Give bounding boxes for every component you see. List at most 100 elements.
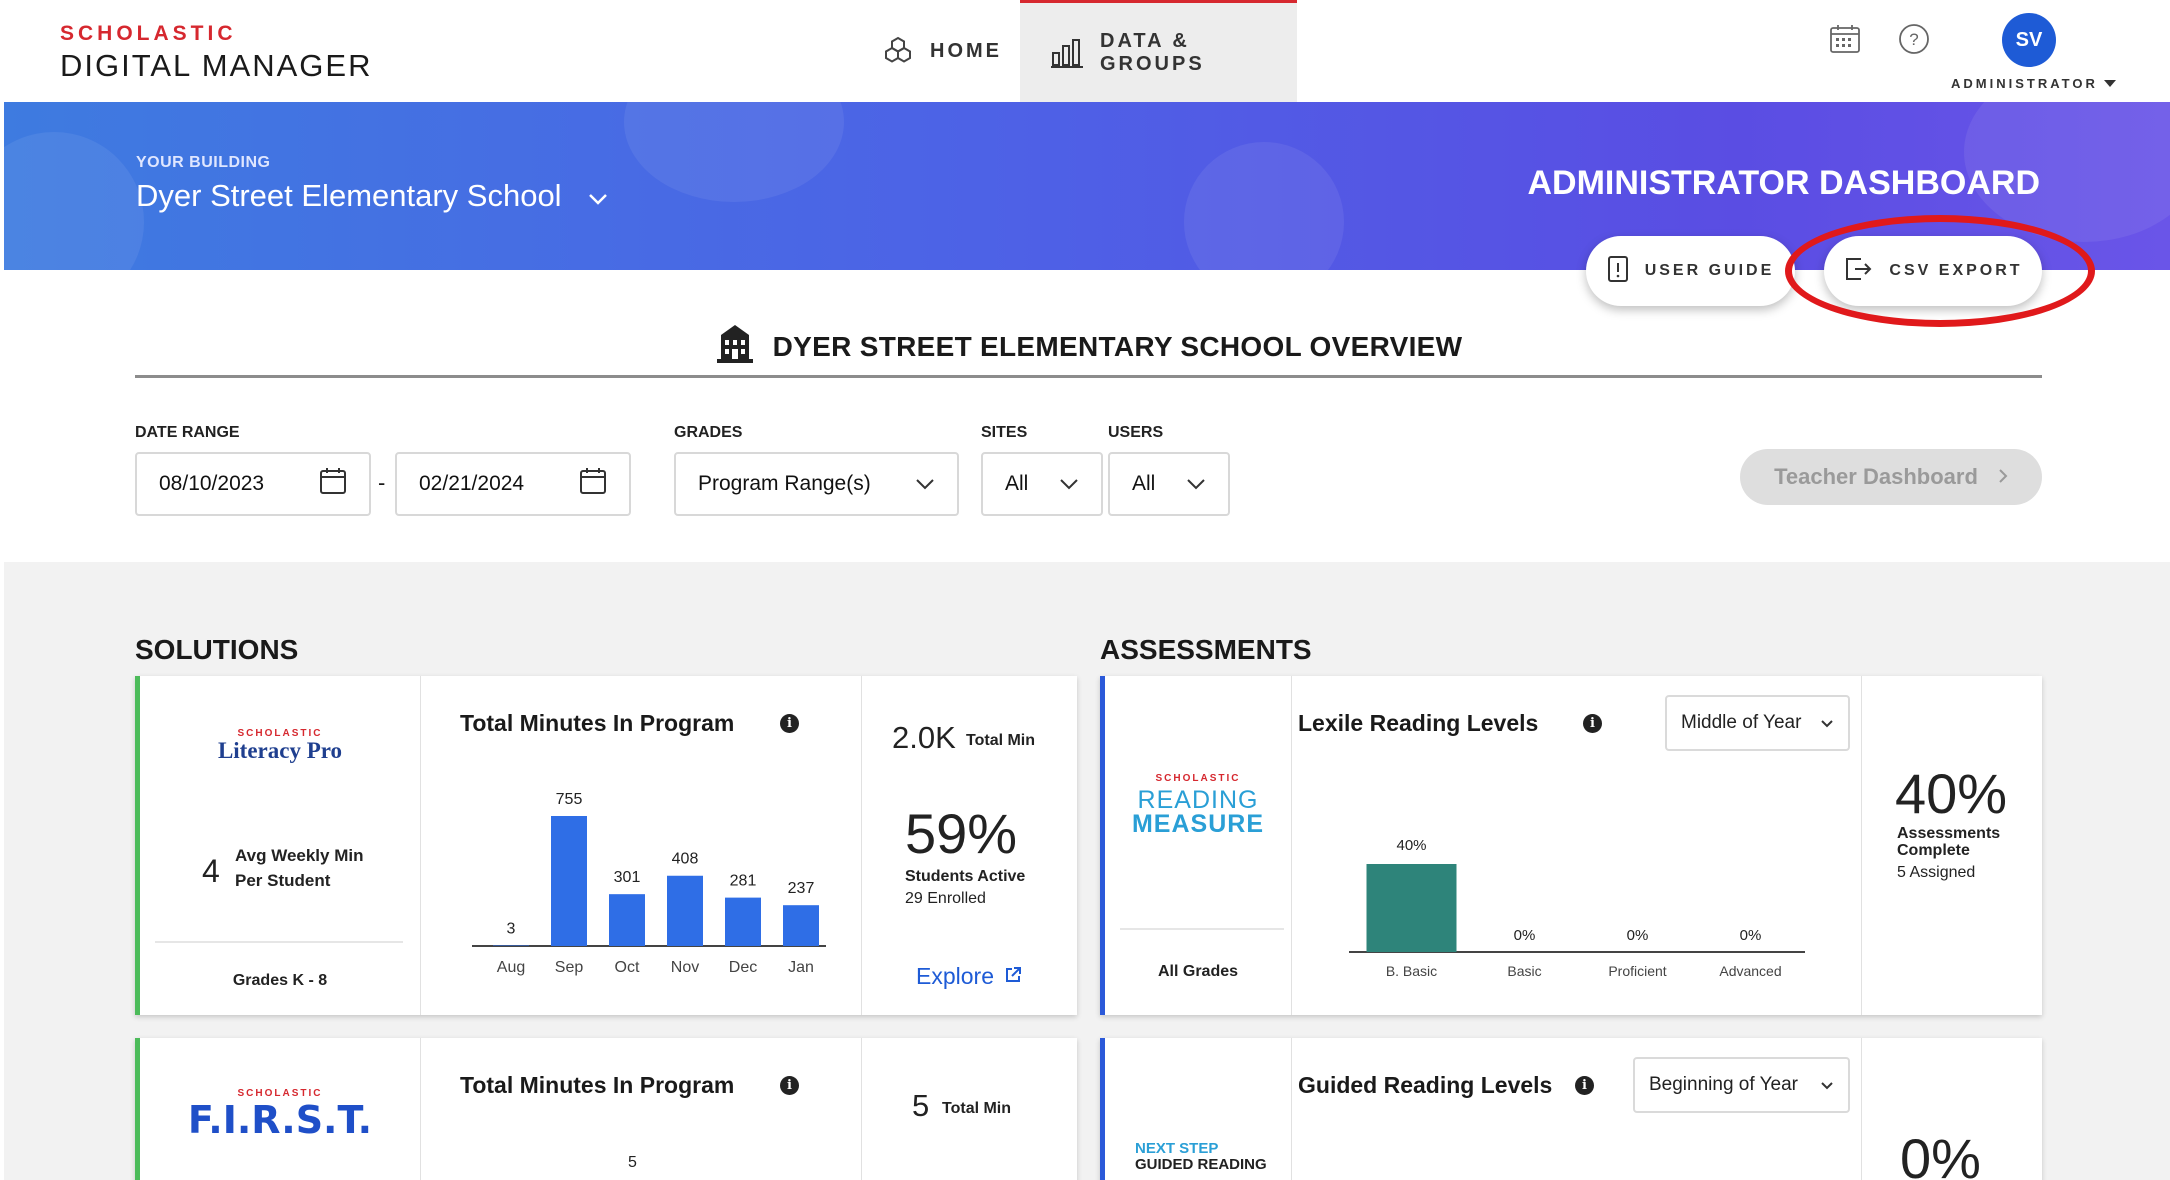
building-name: Dyer Street Elementary School (136, 178, 562, 213)
lexile-period-select[interactable]: Middle of Year (1665, 695, 1850, 751)
info-icon[interactable]: i (1583, 714, 1602, 733)
card-divider (420, 676, 421, 1015)
bar-value-label: 408 (672, 851, 699, 868)
nav-data-groups-label: DATA & GROUPS (1100, 29, 1205, 75)
date-from-input[interactable]: 08/10/2023 (135, 452, 371, 516)
chart-title: Total Minutes In Program (460, 710, 735, 736)
explore-label: Explore (916, 963, 994, 989)
literacy-pro-card: SCHOLASTIC Literacy Pro 4 Avg Weekly Min… (135, 676, 1077, 1015)
card-divider (1120, 928, 1284, 930)
x-tick-label: Aug (497, 959, 525, 976)
chevron-right-icon (1998, 464, 2008, 490)
avatar[interactable]: SV (2002, 13, 2056, 67)
bar-value-label: 3 (507, 920, 516, 937)
guided-chart-title: Guided Reading Levels (1298, 1072, 1553, 1098)
sites-label: SITES (981, 424, 1028, 441)
guided-complete-pct: 0% (1900, 1127, 1981, 1180)
reading-measure-card: SCHOLASTIC READING MEASURE All Grades Le… (1100, 676, 2042, 1015)
nav-home[interactable]: HOME (882, 0, 1002, 102)
total-minutes-label: Total Min (942, 1100, 1012, 1117)
guided-period-select[interactable]: Beginning of Year (1633, 1057, 1850, 1113)
sites-select[interactable]: All (981, 452, 1103, 516)
total-minutes-label: Total Min (966, 732, 1036, 749)
grades-value: Program Range(s) (698, 472, 871, 495)
teacher-dashboard-button[interactable]: Teacher Dashboard (1740, 449, 2042, 505)
grades-range: Grades K - 8 (232, 972, 328, 989)
brand-scholastic: SCHOLASTIC (60, 22, 237, 45)
home-icon (882, 35, 914, 67)
chevron-down-icon (1820, 712, 1834, 734)
students-active-label: Students Active (905, 868, 1026, 885)
nav-data-groups[interactable]: DATA & GROUPS (1020, 0, 1297, 102)
x-tick-label: Oct (615, 959, 640, 976)
total-minutes-value: 5 (912, 1088, 930, 1123)
bar-value-label: 40% (1396, 837, 1426, 854)
bar-aug (493, 945, 529, 946)
user-guide-button[interactable]: USER GUIDE (1586, 236, 1795, 306)
bar-b-basic (1366, 864, 1457, 952)
assigned-count: 5 Assigned (1897, 864, 1976, 881)
card-divider (155, 941, 403, 943)
guided-logo-line2: GUIDED READING (1135, 1156, 1267, 1173)
users-select[interactable]: All (1108, 452, 1230, 516)
school-building-icon (715, 323, 755, 370)
info-icon[interactable]: i (780, 714, 799, 733)
user-guide-label: USER GUIDE (1644, 262, 1775, 279)
role-menu[interactable]: ADMINISTRATOR (1951, 76, 2116, 91)
enrolled-count: 29 Enrolled (905, 890, 986, 907)
avg-weekly-label: Avg Weekly Min (235, 846, 364, 865)
calendar-icon[interactable] (1828, 22, 1862, 61)
avg-weekly-value: 4 (202, 853, 220, 889)
guided-reading-card: NEXT STEP GUIDED READING Guided Reading … (1100, 1038, 2042, 1180)
reading-measure-logo-top: SCHOLASTIC (1155, 773, 1241, 784)
minutes-bar-chart: 3 Aug 755 Sep 301 Oct 408 Nov 281 Dec 237 Jan (472, 791, 826, 976)
reading-measure-logo-line2: MEASURE (1131, 810, 1264, 838)
external-link-icon (1004, 963, 1022, 990)
bar-value-label: 5 (628, 1154, 637, 1171)
info-icon[interactable]: i (780, 1076, 799, 1095)
building-selector[interactable]: Dyer Street Elementary School (136, 178, 608, 214)
users-value: All (1132, 472, 1156, 495)
date-range-label: DATE RANGE (135, 424, 240, 441)
x-tick-label: Basic (1507, 963, 1541, 979)
x-tick-label: Nov (671, 959, 699, 976)
all-grades-label: All Grades (1157, 963, 1239, 980)
brand-digital-manager[interactable]: DIGITAL MANAGER (60, 48, 372, 84)
card-divider (1861, 676, 1862, 1015)
card-divider (1291, 1038, 1292, 1180)
x-tick-label: Advanced (1719, 963, 1781, 979)
grades-select[interactable]: Program Range(s) (674, 452, 959, 516)
first-card: SCHOLASTIC F.I.R.S.T. Total Minutes In P… (135, 1038, 1077, 1180)
calendar-icon[interactable] (579, 466, 607, 502)
card-divider (861, 1038, 862, 1180)
date-to-value: 02/21/2024 (419, 472, 525, 495)
sites-value: All (1005, 472, 1029, 495)
guided-logo-line1: NEXT STEP (1135, 1140, 1219, 1157)
bar-value-label: 0% (1740, 927, 1762, 944)
assessments-title: ASSESSMENTS (1100, 634, 1312, 665)
guided-period-value: Beginning of Year (1649, 1074, 1798, 1095)
chevron-down-icon (588, 178, 608, 214)
bar-sep (551, 816, 587, 946)
date-from-value: 08/10/2023 (159, 472, 265, 495)
assessments-complete-pct: 40% (1895, 762, 2008, 825)
teacher-dashboard-label: Teacher Dashboard (1774, 464, 1978, 489)
bar-nov (667, 875, 703, 946)
total-minutes-value: 2.0K (892, 720, 956, 755)
help-icon[interactable]: ? (1897, 22, 1931, 61)
chevron-down-icon (1059, 472, 1079, 496)
bar-value-label: 281 (730, 873, 757, 890)
caret-down-icon (2103, 80, 2116, 87)
bar-oct (609, 894, 645, 946)
lexile-bar-chart: 40% B. Basic 0% Basic 0% Proficient 0% Advanced (1349, 837, 1805, 979)
x-tick-label: Jan (788, 959, 814, 976)
calendar-icon[interactable] (319, 466, 347, 502)
date-to-input[interactable]: 02/21/2024 (395, 452, 631, 516)
lexile-period-value: Middle of Year (1681, 712, 1802, 733)
info-icon[interactable]: i (1575, 1076, 1594, 1095)
literacy-pro-logo: Literacy Pro (217, 738, 343, 763)
card-divider (1861, 1038, 1862, 1180)
chevron-down-icon (1186, 472, 1206, 496)
banner-decoration (4, 132, 144, 270)
explore-link[interactable]: Explore (916, 963, 1022, 990)
